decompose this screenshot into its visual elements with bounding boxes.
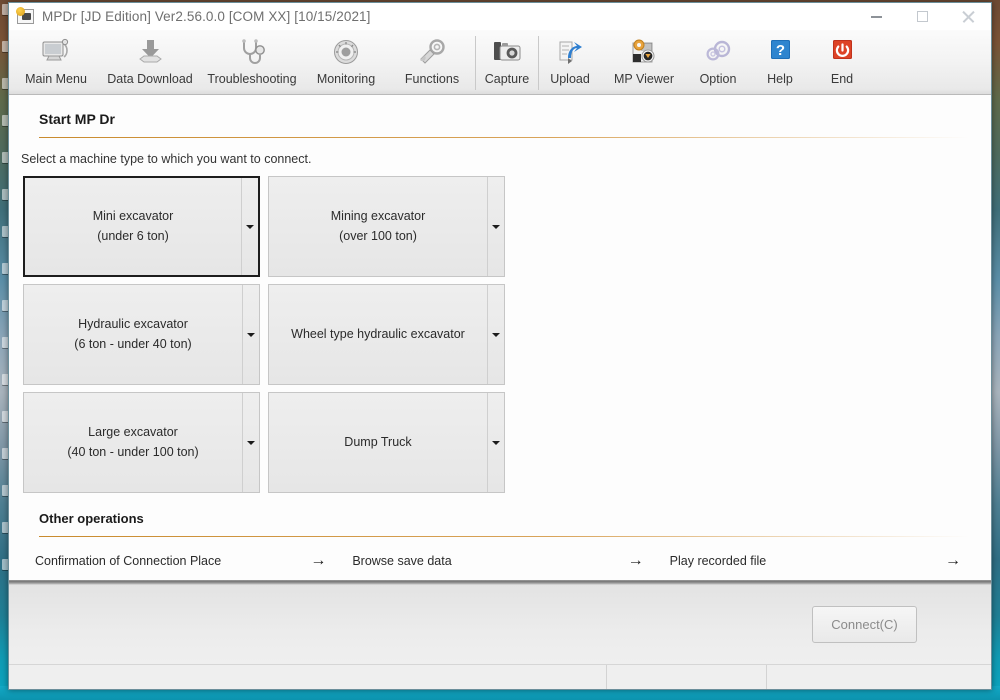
toolbar-label: Capture xyxy=(485,72,529,86)
toolbar-button-capture[interactable]: Capture xyxy=(476,30,538,94)
svg-text:?: ? xyxy=(776,42,785,59)
toolbar-label: End xyxy=(831,72,853,86)
toolbar-label: Help xyxy=(767,72,793,86)
machine-dropdown-toggle[interactable] xyxy=(487,393,504,492)
other-op-label: Browse save data xyxy=(352,554,451,568)
machine-button-face[interactable]: Hydraulic excavator (6 ton - under 40 to… xyxy=(24,285,242,384)
other-op-label: Confirmation of Connection Place xyxy=(35,554,221,568)
other-op-browse-save-data[interactable]: Browse save data → xyxy=(338,553,655,569)
toolbar-label: Upload xyxy=(550,72,590,86)
machine-button-face[interactable]: Wheel type hydraulic excavator xyxy=(269,285,487,384)
arrow-right-icon: → xyxy=(310,553,326,569)
toolbar-button-option[interactable]: Option xyxy=(687,30,749,94)
arrow-right-icon: → xyxy=(945,553,961,569)
machine-button-large-excavator[interactable]: Large excavator (40 ton - under 100 ton) xyxy=(23,392,260,493)
other-operations-divider xyxy=(39,536,969,537)
machine-dropdown-toggle[interactable] xyxy=(241,178,258,275)
toolbar-label: Troubleshooting xyxy=(207,72,296,86)
stethoscope-icon xyxy=(237,35,267,69)
status-bar xyxy=(9,664,991,689)
machine-dropdown-toggle[interactable] xyxy=(487,177,504,276)
gauge-icon xyxy=(331,35,361,69)
title-bar[interactable]: MPDr [JD Edition] Ver2.56.0.0 [COM XX] [… xyxy=(9,3,991,30)
machine-button-face[interactable]: Dump Truck xyxy=(269,393,487,492)
main-content: Start MP Dr Select a machine type to whi… xyxy=(9,95,991,580)
machine-button-wheel-type-hydraulic-excavator[interactable]: Wheel type hydraulic excavator xyxy=(268,284,505,385)
toolbar-label: Monitoring xyxy=(317,72,375,86)
machine-button-face[interactable]: Mini excavator (under 6 ton) xyxy=(25,178,241,275)
application-window: MPDr [JD Edition] Ver2.56.0.0 [COM XX] [… xyxy=(8,2,992,690)
main-toolbar: Main Menu Data Download T xyxy=(9,30,991,95)
minimize-icon[interactable] xyxy=(853,3,899,30)
machine-dropdown-toggle[interactable] xyxy=(242,285,259,384)
chevron-down-icon xyxy=(247,441,255,445)
maximize-icon[interactable] xyxy=(899,3,945,30)
chevron-down-icon xyxy=(492,441,500,445)
chevron-down-icon xyxy=(492,333,500,337)
machine-button-face[interactable]: Large excavator (40 ton - under 100 ton) xyxy=(24,393,242,492)
other-op-play-recorded-file[interactable]: Play recorded file → xyxy=(656,553,973,569)
window-controls xyxy=(853,3,991,30)
other-op-confirmation-of-connection-place[interactable]: Confirmation of Connection Place → xyxy=(21,553,338,569)
footer-panel: Connect(C) xyxy=(9,584,991,664)
machine-label-line2: (over 100 ton) xyxy=(339,227,417,246)
chevron-down-icon xyxy=(246,225,254,229)
toolbar-button-end[interactable]: End xyxy=(811,30,873,94)
toolbar-button-functions[interactable]: Functions xyxy=(389,30,475,94)
toolbar-button-data-download[interactable]: Data Download xyxy=(99,30,201,94)
machine-button-hydraulic-excavator[interactable]: Hydraulic excavator (6 ton - under 40 to… xyxy=(23,284,260,385)
chevron-down-icon xyxy=(247,333,255,337)
status-cell-3 xyxy=(766,665,991,689)
toolbar-label: Data Download xyxy=(107,72,192,86)
machine-button-face[interactable]: Mining excavator (over 100 ton) xyxy=(269,177,487,276)
toolbar-label: MP Viewer xyxy=(614,72,674,86)
download-arrow-icon xyxy=(134,35,166,69)
camera-icon xyxy=(491,35,523,69)
question-mark-icon: ? xyxy=(765,35,795,69)
machine-label-line1: Mini excavator xyxy=(93,207,174,226)
gears-wrench-icon xyxy=(416,35,448,69)
machine-type-grid: Mini excavator (under 6 ton) Mining exca… xyxy=(23,176,513,493)
power-icon xyxy=(827,35,857,69)
upload-arrow-icon xyxy=(555,35,585,69)
machine-label-line2: (40 ton - under 100 ton) xyxy=(67,443,198,462)
toolbar-button-monitoring[interactable]: Monitoring xyxy=(303,30,389,94)
page-title: Start MP Dr xyxy=(9,95,991,127)
toolbar-label: Option xyxy=(700,72,737,86)
machine-button-mining-excavator[interactable]: Mining excavator (over 100 ton) xyxy=(268,176,505,277)
machine-label-line2: (6 ton - under 40 ton) xyxy=(74,335,191,354)
toolbar-button-main-menu[interactable]: Main Menu xyxy=(13,30,99,94)
machine-dropdown-toggle[interactable] xyxy=(242,393,259,492)
machine-button-mini-excavator[interactable]: Mini excavator (under 6 ton) xyxy=(23,176,260,277)
close-icon[interactable] xyxy=(945,3,991,30)
gears-outline-icon xyxy=(703,35,733,69)
monitor-icon xyxy=(41,35,71,69)
mp-viewer-icon xyxy=(629,35,659,69)
machine-label-line1: Dump Truck xyxy=(344,433,411,452)
toolbar-button-help[interactable]: ? Help xyxy=(749,30,811,94)
machine-dropdown-toggle[interactable] xyxy=(487,285,504,384)
other-operations-title: Other operations xyxy=(9,493,991,526)
toolbar-button-upload[interactable]: Upload xyxy=(539,30,601,94)
machine-label-line1: Hydraulic excavator xyxy=(78,315,188,334)
machine-label-line1: Wheel type hydraulic excavator xyxy=(291,325,465,344)
machine-label-line1: Large excavator xyxy=(88,423,178,442)
machine-label-line2: (under 6 ton) xyxy=(97,227,169,246)
instruction-text: Select a machine type to which you want … xyxy=(9,138,991,166)
status-cell-1 xyxy=(9,665,606,689)
machine-label-line1: Mining excavator xyxy=(331,207,426,226)
arrow-right-icon: → xyxy=(628,553,644,569)
toolbar-button-mp-viewer[interactable]: MP Viewer xyxy=(601,30,687,94)
toolbar-label: Functions xyxy=(405,72,459,86)
toolbar-button-troubleshooting[interactable]: Troubleshooting xyxy=(201,30,303,94)
toolbar-label: Main Menu xyxy=(25,72,87,86)
window-title: MPDr [JD Edition] Ver2.56.0.0 [COM XX] [… xyxy=(42,9,371,24)
status-cell-2 xyxy=(606,665,766,689)
machine-button-dump-truck[interactable]: Dump Truck xyxy=(268,392,505,493)
mpdr-app-icon xyxy=(17,9,34,24)
connect-button[interactable]: Connect(C) xyxy=(812,606,917,643)
other-op-label: Play recorded file xyxy=(670,554,767,568)
chevron-down-icon xyxy=(492,225,500,229)
other-operations-row: Confirmation of Connection Place → Brows… xyxy=(9,553,991,569)
